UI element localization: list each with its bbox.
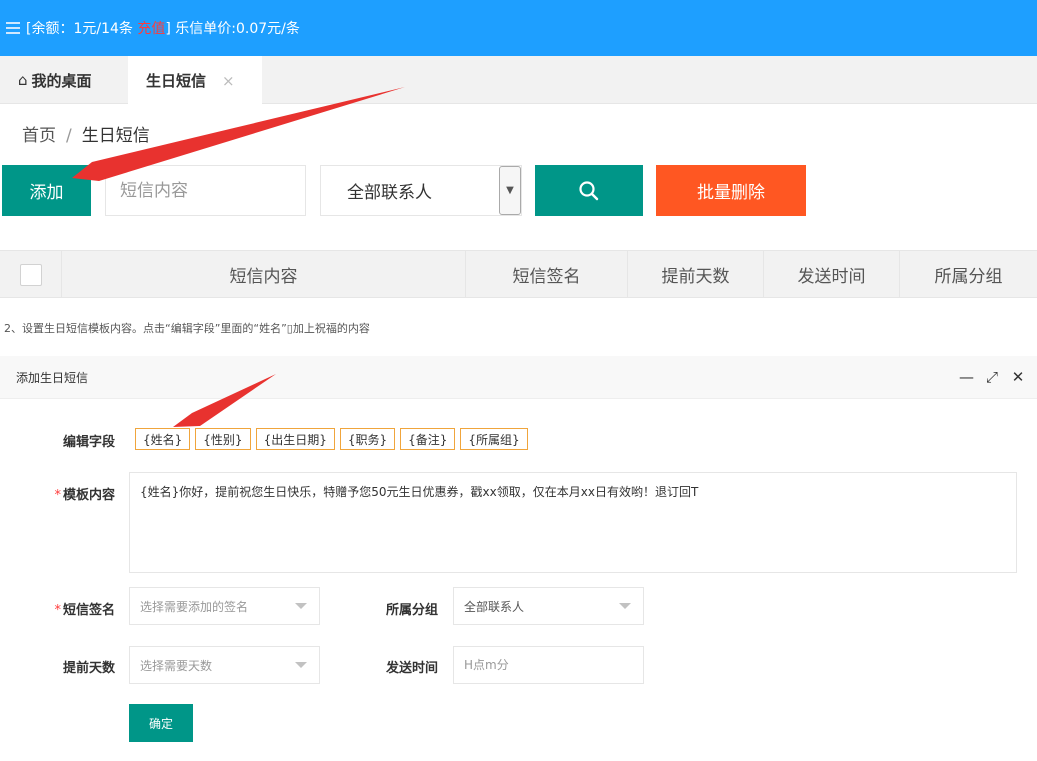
add-button[interactable]: 添加 — [2, 165, 91, 216]
caret-down-icon — [619, 603, 631, 609]
template-label: 模板内容 — [62, 488, 115, 503]
balance-prefix: [余额：1元/14条 — [26, 21, 138, 37]
tab-birthday-label: 生日短信 — [146, 72, 207, 90]
dialog-title-bar: 添加生日短信 — ⤢ ✕ — [0, 356, 1037, 399]
sign-label: 短信签名 — [62, 603, 115, 618]
field-tags: {姓名} {性别} {出生日期} {职务} {备注} {所属组} — [135, 428, 528, 450]
chevron-down-icon[interactable]: ▼ — [499, 166, 521, 215]
recharge-link[interactable]: 充值 — [137, 21, 165, 37]
required-mark: * — [54, 488, 61, 503]
group-label: 所属分组 — [385, 603, 438, 618]
select-all-checkbox[interactable] — [19, 263, 42, 286]
table-header: 短信内容 短信签名 提前天数 发送时间 所属分组 — [0, 250, 1037, 298]
column-header-content[interactable]: 短信内容 — [62, 251, 466, 298]
home-icon: ⌂ — [18, 71, 28, 89]
close-icon[interactable]: ✕ — [1011, 368, 1025, 386]
column-header-send-time[interactable]: 发送时间 — [764, 251, 900, 298]
select-all-cell — [0, 251, 62, 298]
column-header-group[interactable]: 所属分组 — [900, 251, 1037, 298]
signature-select-placeholder: 选择需要添加的签名 — [140, 599, 249, 614]
tab-bar: ⌂ 我的桌面 生日短信 × — [0, 56, 1037, 105]
column-header-signature[interactable]: 短信签名 — [466, 251, 628, 298]
breadcrumb-current: 生日短信 — [81, 126, 150, 146]
tag-group[interactable]: {所属组} — [460, 428, 528, 450]
contact-select-value: 全部联系人 — [347, 183, 432, 203]
tag-job[interactable]: {职务} — [339, 428, 396, 450]
days-label: 提前天数 — [62, 661, 115, 676]
tag-gender[interactable]: {性别} — [195, 428, 251, 450]
template-label-wrap: * 模板内容 — [30, 484, 115, 503]
tab-home-label: 我的桌面 — [31, 71, 92, 90]
required-mark: * — [54, 603, 61, 618]
column-header-days-ahead[interactable]: 提前天数 — [628, 251, 764, 298]
days-select-placeholder: 选择需要天数 — [140, 658, 213, 673]
tag-name[interactable]: {姓名} — [135, 428, 191, 450]
dialog-title: 添加生日短信 — [16, 370, 89, 385]
time-label: 发送时间 — [385, 661, 438, 676]
breadcrumb-home[interactable]: 首页 — [22, 126, 56, 146]
tab-home[interactable]: ⌂ 我的桌面 — [0, 56, 128, 104]
maximize-icon[interactable]: ⤢ — [985, 368, 999, 386]
search-icon — [579, 180, 599, 200]
send-time-input[interactable] — [453, 646, 644, 684]
signature-select[interactable]: 选择需要添加的签名 — [129, 587, 320, 625]
breadcrumb-separator: / — [66, 126, 72, 146]
group-select[interactable]: 全部联系人 — [453, 587, 644, 625]
close-icon[interactable]: × — [222, 72, 235, 90]
balance-suffix: ] 乐信单价:0.07元/条 — [165, 21, 300, 37]
instruction-text: 2、设置生日短信模板内容。点击“编辑字段”里面的“姓名”▯加上祝福的内容 — [4, 322, 370, 335]
contact-group-select[interactable]: 全部联系人 ▼ — [320, 165, 522, 216]
caret-down-icon — [295, 662, 307, 668]
top-bar: [余额：1元/14条 充值] 乐信单价:0.07元/条 — [0, 0, 1037, 56]
tag-birthdate[interactable]: {出生日期} — [255, 428, 335, 450]
balance-info: [余额：1元/14条 充值] 乐信单价:0.07元/条 — [26, 18, 300, 38]
batch-delete-button[interactable]: 批量删除 — [656, 165, 806, 216]
search-button[interactable] — [535, 165, 643, 216]
days-ahead-select[interactable]: 选择需要天数 — [129, 646, 320, 684]
breadcrumb: 首页 / 生日短信 — [22, 121, 150, 146]
confirm-button[interactable]: 确定 — [129, 704, 193, 742]
caret-down-icon — [295, 603, 307, 609]
tag-note[interactable]: {备注} — [400, 428, 456, 450]
group-select-value: 全部联系人 — [464, 599, 525, 614]
sign-label-wrap: * 短信签名 — [30, 599, 115, 618]
template-content-textarea[interactable] — [129, 472, 1017, 573]
sms-content-search-input[interactable] — [105, 165, 306, 216]
minimize-icon[interactable]: — — [959, 368, 974, 386]
hamburger-icon[interactable] — [6, 22, 20, 34]
tab-birthday-sms[interactable]: 生日短信 × — [128, 56, 262, 105]
field-label: 编辑字段 — [62, 435, 115, 450]
